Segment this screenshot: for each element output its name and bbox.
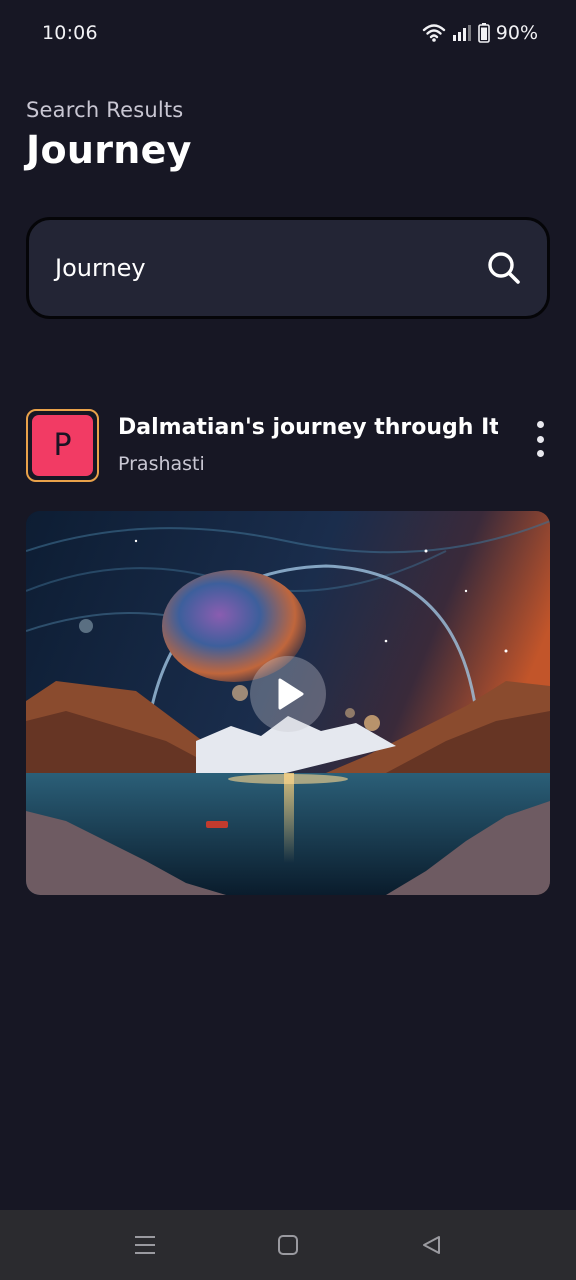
wifi-icon [422,23,446,43]
page-title: Journey [26,128,192,172]
play-icon[interactable] [250,656,326,732]
search-input-value: Journey [55,254,146,282]
avatar[interactable]: P [26,409,99,482]
battery-icon [477,23,490,43]
status-time: 10:06 [42,22,98,44]
battery-percent: 90% [495,22,538,44]
more-vertical-icon[interactable] [534,421,546,457]
result-author[interactable]: Prashasti [118,453,205,475]
avatar-letter: P [32,415,93,476]
system-nav-bar [0,1210,576,1280]
home-icon[interactable] [275,1232,301,1258]
search-input[interactable]: Journey [26,217,550,319]
search-icon[interactable] [485,249,523,287]
status-bar: 10:06 90% [0,0,576,66]
video-thumbnail[interactable] [26,511,550,895]
menu-icon[interactable] [132,1232,158,1258]
page-subtitle: Search Results [26,98,184,122]
result-item[interactable]: P Dalmatian's journey through It... Pras… [26,409,550,483]
back-icon[interactable] [418,1232,444,1258]
result-title[interactable]: Dalmatian's journey through It... [118,415,498,440]
signal-icon [452,24,472,42]
status-icons: 90% [422,22,538,44]
